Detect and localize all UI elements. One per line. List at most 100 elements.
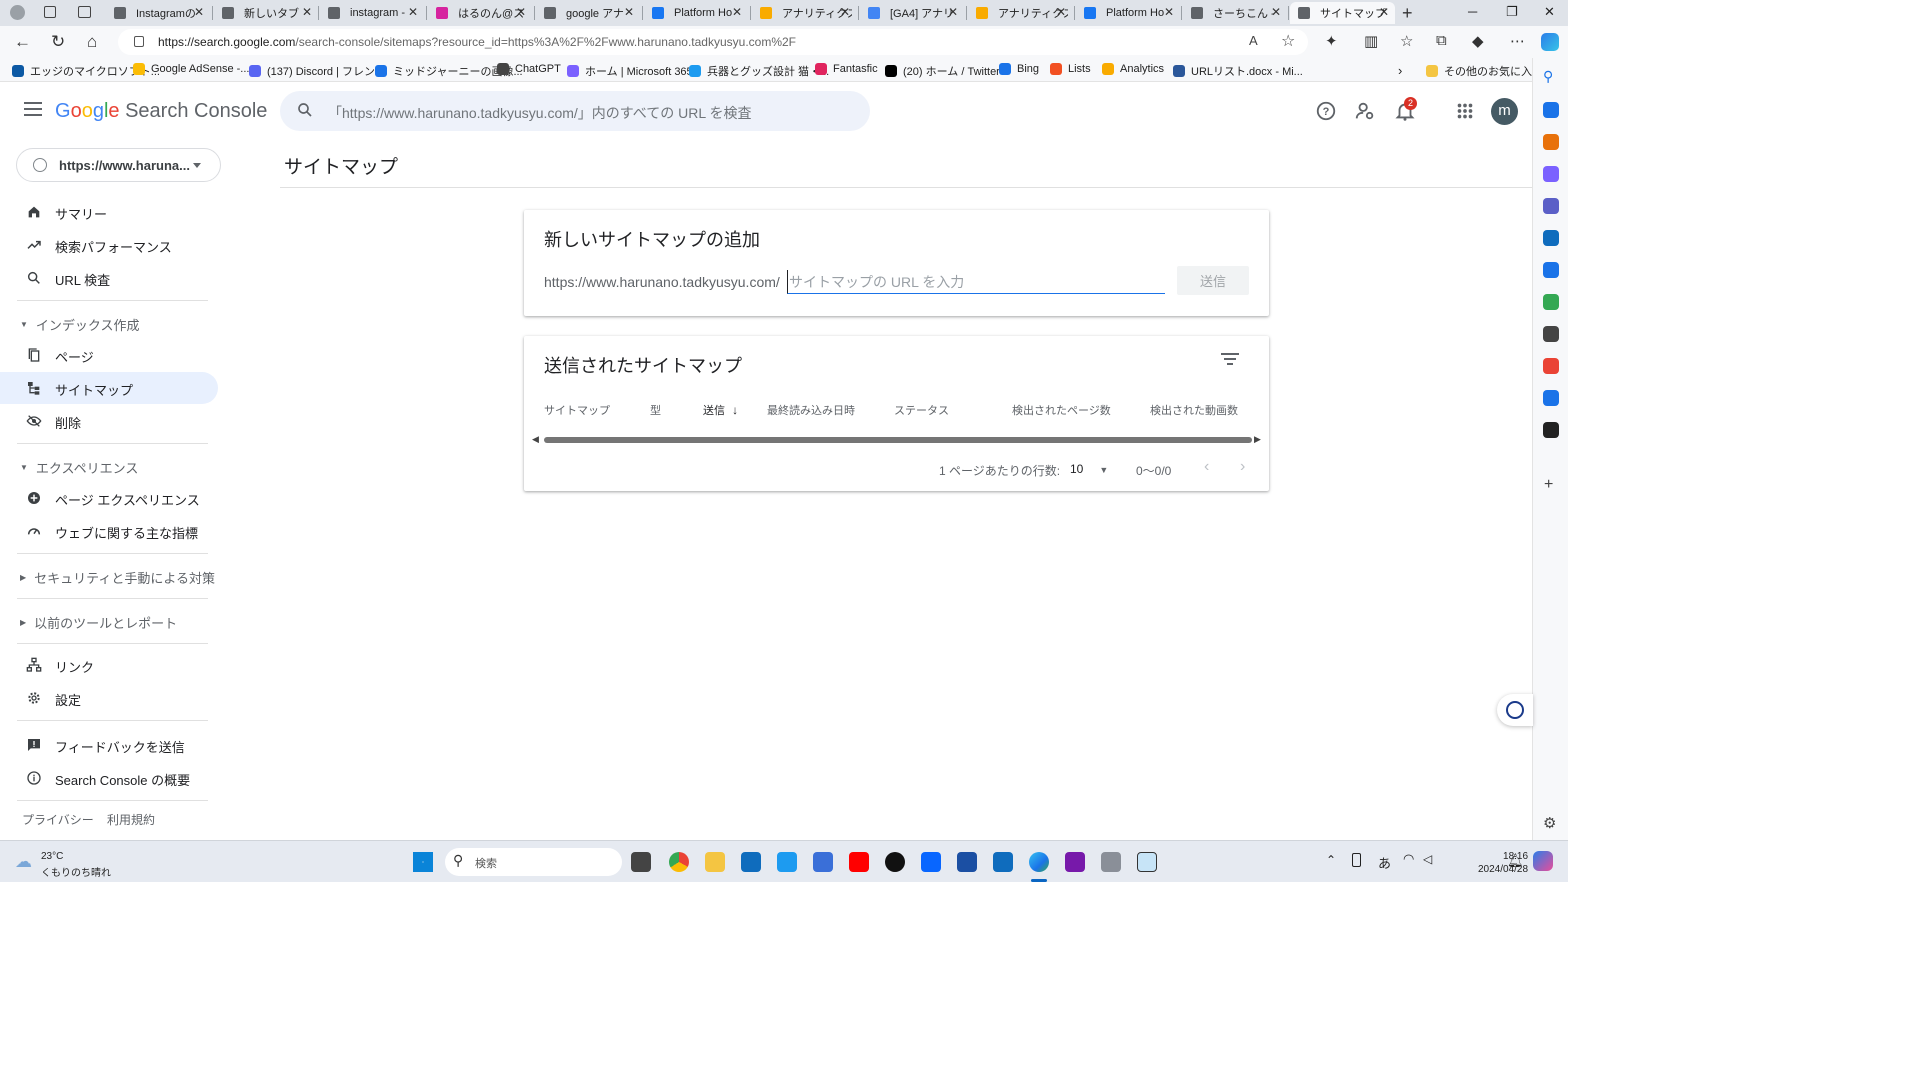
close-tab-icon[interactable]: ✕ [408, 5, 418, 19]
m365-icon[interactable] [1543, 198, 1559, 214]
sidebar-item-links[interactable]: リンク [0, 649, 218, 681]
outlook-icon[interactable] [1543, 230, 1559, 246]
close-tab-icon[interactable]: ✕ [1271, 5, 1281, 19]
browser-tab[interactable]: アナリティクス ✕ [752, 2, 856, 24]
search-icon[interactable]: ⚲ [1543, 68, 1553, 85]
file-explorer-icon[interactable] [705, 852, 725, 872]
manage-users-icon[interactable] [1354, 100, 1376, 122]
column-header-submitted[interactable]: 送信 ↓ [703, 402, 738, 418]
column-header-discovered-pages[interactable]: 検出されたページ数 [1012, 402, 1111, 418]
copilot-icon[interactable] [1541, 33, 1559, 51]
favorite-link[interactable]: 兵器とグッズ設計 猫・... [689, 63, 829, 79]
ime-indicator[interactable]: あ [1378, 853, 1391, 872]
close-tab-icon[interactable]: ✕ [302, 5, 312, 19]
youtube-icon[interactable] [849, 852, 869, 872]
close-tab-icon[interactable]: ✕ [1379, 5, 1389, 19]
favorite-link[interactable]: ホーム | Microsoft 365 [567, 63, 693, 79]
close-tab-icon[interactable]: ✕ [732, 5, 742, 19]
avatar[interactable]: m [1491, 98, 1518, 125]
browser-tab[interactable]: さーちこん - ✕ [1183, 2, 1287, 24]
help-icon[interactable]: ? [1315, 100, 1337, 122]
meta-icon[interactable] [921, 852, 941, 872]
url-inspection-search[interactable]: 「https://www.harunano.tadkyusyu.com/」内のす… [280, 91, 870, 131]
privacy-link[interactable]: プライバシー [22, 811, 94, 828]
sidebar-item-about[interactable]: Search Console の概要 [0, 762, 218, 794]
browser-tab[interactable]: google アナ ✕ [536, 2, 640, 24]
section-security[interactable]: ▶ セキュリティと手動による対策 [20, 568, 215, 587]
sidebar-item-performance[interactable]: 検索パフォーマンス [0, 229, 218, 261]
rows-per-page-select[interactable]: 10 ▼ [1070, 462, 1108, 476]
workspaces-icon[interactable] [44, 6, 56, 18]
menu-icon[interactable] [24, 102, 42, 116]
address-bar[interactable]: https://search.google.com/search-console… [118, 29, 1308, 55]
restore-button[interactable]: ❐ [1506, 4, 1518, 20]
assistant-bubble-icon[interactable] [1497, 694, 1533, 726]
sidebar-item-core-web-vitals[interactable]: ウェブに関する主な指標 [0, 515, 218, 547]
favorites-overflow-icon[interactable]: › [1398, 63, 1402, 78]
horizontal-scrollbar[interactable]: ◀ ▶ [532, 434, 1261, 446]
back-icon[interactable]: ← [14, 32, 31, 52]
tiktok-icon[interactable] [885, 852, 905, 872]
sidebar-item-removals[interactable]: 削除 [0, 405, 218, 437]
battery-icon[interactable] [1352, 853, 1361, 867]
media-icon[interactable] [1543, 326, 1559, 342]
column-header-last-read[interactable]: 最終読み込み日時 [767, 402, 855, 418]
more-options-icon[interactable]: ⋯ [1510, 32, 1525, 50]
shopping-icon[interactable] [1543, 102, 1559, 118]
browser-tab[interactable]: アナリティクス ✕ [968, 2, 1072, 24]
favorite-link[interactable]: ChatGPT [497, 63, 561, 75]
apps-grid-icon[interactable] [1454, 100, 1476, 122]
previous-page-icon[interactable]: ‹ [1204, 458, 1209, 476]
twitter-icon[interactable] [777, 852, 797, 872]
chevron-up-icon[interactable]: ⌃ [1326, 853, 1336, 867]
browser-tab[interactable]: サイトマップ ✕ [1290, 2, 1395, 24]
notification-bell-icon[interactable]: 🔔︎ [1507, 853, 1524, 869]
browser-tab[interactable]: instagram - ✕ [320, 2, 424, 24]
sidebar-item-summary[interactable]: サマリー [0, 196, 218, 228]
copilot-icon[interactable] [1533, 851, 1553, 871]
section-legacy-tools[interactable]: ▶ 以前のツールとレポート [20, 613, 177, 632]
task-view-icon[interactable] [631, 852, 651, 872]
url-text[interactable]: https://search.google.com/search-console… [158, 35, 796, 49]
favorite-link[interactable]: Google AdSense -... [133, 63, 249, 75]
section-indexing[interactable]: ▼ インデックス作成 [20, 315, 140, 334]
column-header-status[interactable]: ステータス [894, 402, 949, 418]
lock-icon[interactable] [134, 36, 144, 47]
stocks-icon[interactable] [957, 852, 977, 872]
close-tab-icon[interactable]: ✕ [516, 5, 526, 19]
google-icon[interactable] [1543, 358, 1559, 374]
sitemap-url-input[interactable] [787, 270, 1165, 294]
mail-icon[interactable] [741, 852, 761, 872]
windows-start-icon[interactable] [413, 852, 433, 872]
sidebar-item-settings[interactable]: 設定 [0, 682, 218, 714]
new-tab-button[interactable]: + [1402, 3, 1413, 24]
next-page-icon[interactable]: › [1240, 458, 1245, 476]
games-icon[interactable] [1543, 166, 1559, 182]
volume-icon[interactable]: ◁ [1423, 852, 1432, 866]
sidebar-item-url-inspection[interactable]: URL 検査 [0, 262, 218, 294]
scroll-right-icon[interactable]: ▶ [1254, 434, 1261, 445]
vertical-tabs-icon[interactable] [78, 6, 91, 18]
close-window-button[interactable]: ✕ [1544, 4, 1555, 20]
scroll-left-icon[interactable]: ◀ [532, 434, 539, 445]
close-tab-icon[interactable]: ✕ [840, 5, 850, 19]
split-screen-icon[interactable]: ▥ [1364, 32, 1378, 50]
terms-link[interactable]: 利用規約 [107, 811, 155, 828]
taskbar-search[interactable]: ⚲ 検索 [445, 848, 622, 876]
minimize-button[interactable]: ─ [1468, 4, 1477, 19]
app-icon[interactable] [1101, 852, 1121, 872]
close-tab-icon[interactable]: ✕ [624, 5, 634, 19]
outlook-icon[interactable] [993, 852, 1013, 872]
sidebar-item-feedback[interactable]: フィードバックを送信 [0, 729, 218, 761]
browser-tab[interactable]: Platform Ho ✕ [644, 2, 748, 24]
search-console-logo[interactable]: Google Search Console [55, 100, 267, 123]
sidebar-item-page-experience[interactable]: ページ エクスペリエンス [0, 482, 218, 514]
edge-icon[interactable] [1029, 852, 1049, 872]
home-icon[interactable]: ⌂ [87, 32, 97, 52]
favorite-link[interactable]: (20) ホーム / Twitter [885, 63, 1000, 79]
favorite-link[interactable]: Analytics [1102, 63, 1164, 75]
add-icon[interactable]: + [1544, 476, 1553, 494]
favorite-link[interactable]: Fantasfic [815, 63, 878, 75]
favorite-link[interactable]: Lists [1050, 63, 1091, 75]
read-aloud-icon[interactable]: A [1249, 33, 1258, 48]
